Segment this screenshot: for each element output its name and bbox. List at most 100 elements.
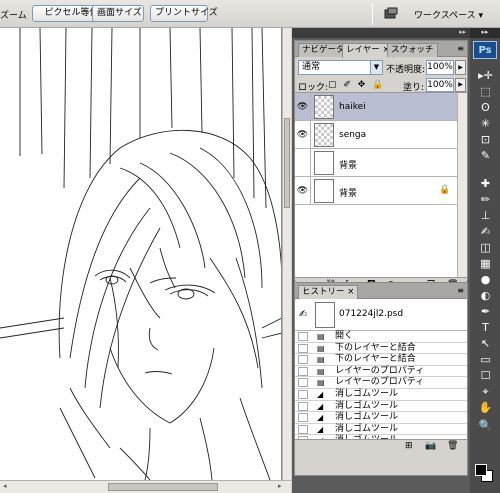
zoom-label: ズーム [0,11,27,21]
layer-name: senga [339,130,367,140]
panel-menu-icon[interactable]: ≡ [457,44,464,53]
history-brush-icon[interactable]: ✍ [477,224,494,239]
pen-tool-icon[interactable]: ✒ [477,304,494,319]
layer-name: 背景 [339,161,358,171]
eraser-icon: ◢ [317,401,324,411]
shape-tool-icon[interactable]: ▭ [477,352,494,367]
zoom-tool-icon[interactable]: 🔍 [477,418,494,433]
history-item[interactable]: ◢ 消しゴムツール [295,412,467,424]
type-tool-icon[interactable]: T [477,320,494,335]
lasso-tool-icon[interactable]: ʘ [477,100,494,115]
layer-row-haikei[interactable]: 👁 haikei [295,93,467,121]
eyedropper-icon[interactable]: ✎ [477,148,494,163]
layers-scrollbar[interactable] [457,93,467,277]
workspace-icon[interactable] [384,7,398,20]
fill-input[interactable]: 100% [426,78,454,92]
move-tool-icon[interactable]: ▸✛ [477,68,494,83]
healing-brush-icon[interactable]: ✚ [477,176,494,191]
history-source-checkbox[interactable] [298,332,308,341]
eye-icon[interactable]: 👁 [295,121,311,149]
history-source-checkbox[interactable] [298,343,308,353]
opacity-input[interactable]: 100% [426,60,454,75]
eye-icon[interactable]: 👁 [295,177,311,205]
fit-screen-button[interactable]: 画面サイズ [92,5,144,22]
history-item[interactable]: ◢ 消しゴムツール [295,389,467,401]
panel-menu-icon[interactable]: ≡ [457,286,464,295]
new-document-icon[interactable]: ⊞ [405,441,413,451]
layer-name: 背景 [339,189,358,199]
layer-thumbnail [314,151,334,175]
magic-wand-icon[interactable]: ✳ [477,116,494,131]
tab-navigator[interactable]: ナビゲータ [298,43,349,57]
layer-row-background-copy[interactable]: 背景 [295,149,467,177]
clone-stamp-icon[interactable]: ⊥ [477,208,494,223]
history-item[interactable]: ▤ レイヤーのプロパティ [295,366,467,378]
history-source-checkbox[interactable] [298,413,308,423]
lock-icons[interactable]: ▢ ✐ ✥ 🔒 [328,80,385,90]
eraser-tool-icon[interactable]: ◫ [477,240,494,255]
layer-thumbnail [314,179,334,203]
history-brush-source-icon[interactable]: ✍ [299,309,307,320]
history-snapshot[interactable]: ✍ 071224jl2.psd [295,299,467,331]
dock-header[interactable]: ▸▸ [292,28,470,38]
layer-row-senga[interactable]: 👁 senga [295,121,467,149]
dodge-tool-icon[interactable]: ◐ [477,288,494,303]
marquee-tool-icon[interactable]: ⬚ [477,84,494,99]
document-icon: ▤ [317,332,325,341]
fill-slider-button[interactable]: ▶ [455,78,466,92]
scroll-right-icon[interactable]: ▸ [278,482,282,490]
history-item[interactable]: ◢ 消しゴムツール [295,401,467,413]
document-icon: ▤ [317,366,325,376]
history-source-checkbox[interactable] [298,424,308,434]
opacity-slider-button[interactable]: ▶ [455,60,466,75]
options-bar: ズーム ピクセル等倍 画面サイズ プリントサイズ ワークスペース ▾ [0,0,500,28]
history-item-label: 下のレイヤーと結合 [335,354,416,365]
crop-tool-icon[interactable]: ⊡ [477,132,494,147]
scroll-left-icon[interactable]: ◂ [3,482,7,490]
document-icon: ▤ [317,378,325,388]
history-item[interactable]: ▤ 下のレイヤーと結合 [295,354,467,366]
eye-icon[interactable]: 👁 [295,93,311,121]
document-canvas[interactable] [0,28,282,480]
history-source-checkbox[interactable] [298,355,308,365]
notes-tool-icon[interactable]: ☐ [477,368,494,383]
scroll-thumb[interactable] [284,118,290,208]
layer-thumbnail [314,95,334,119]
history-item-label: レイヤーのプロパティ [335,365,425,376]
trash-icon[interactable]: 🗑 [447,441,458,451]
canvas-horizontal-scrollbar[interactable]: ◂ ▸ [0,480,291,493]
history-source-checkbox[interactable] [298,366,308,376]
history-item-label: 消しゴムツール [335,400,399,411]
tools-header[interactable]: ▸▸ [470,28,500,38]
tab-history[interactable]: ヒストリー × [298,285,359,300]
chevron-down-icon[interactable]: ▼ [370,61,382,74]
history-item[interactable]: ◢ 消しゴムツール [295,424,467,436]
tab-swatches[interactable]: スウォッチ [387,43,438,57]
eyedropper2-icon[interactable]: ⌖ [477,384,494,399]
history-source-checkbox[interactable] [298,401,308,411]
lock-icon: 🔒 [439,185,451,195]
layer-row-background[interactable]: 👁 背景 🔒 [295,177,467,205]
history-source-checkbox[interactable] [298,378,308,388]
gradient-tool-icon[interactable]: ▦ [477,256,494,271]
scroll-thumb-horizontal[interactable] [108,483,218,491]
history-item[interactable]: ▤ レイヤーのプロパティ [295,377,467,389]
snapshot-icon[interactable]: 📷 [425,441,436,451]
path-select-icon[interactable]: ↖ [477,336,494,351]
tab-layers[interactable]: レイヤー × [342,43,394,58]
tools-panel: ▸▸ Ps ▸✛ ⬚ ʘ ✳ ⊡ ✎ ✚ ✏ ⊥ ✍ ◫ ▦ ● ◐ ✒ T ↖ ▭ ☐ ⌖ ✋ 🔍 [470,28,500,493]
print-size-button[interactable]: プリントサイズ [150,5,218,22]
blend-mode-select[interactable]: 通常 ▼ [298,60,383,75]
hand-tool-icon[interactable]: ✋ [477,400,494,415]
eye-hidden-icon[interactable] [295,149,311,177]
snapshot-name: 071224jl2.psd [339,309,404,319]
canvas-vertical-scrollbar[interactable] [282,28,291,480]
blur-tool-icon[interactable]: ● [477,272,494,287]
history-item[interactable]: ▤ 開く [295,331,467,343]
brush-tool-icon[interactable]: ✏ [477,192,494,207]
foreground-color-swatch[interactable] [475,464,487,476]
collapse-icon[interactable]: ▸▸ [459,28,466,36]
history-item[interactable]: ▤ 下のレイヤーと結合 [295,343,467,355]
history-source-checkbox[interactable] [298,389,308,399]
workspace-menu[interactable]: ワークスペース ▾ [414,8,483,21]
